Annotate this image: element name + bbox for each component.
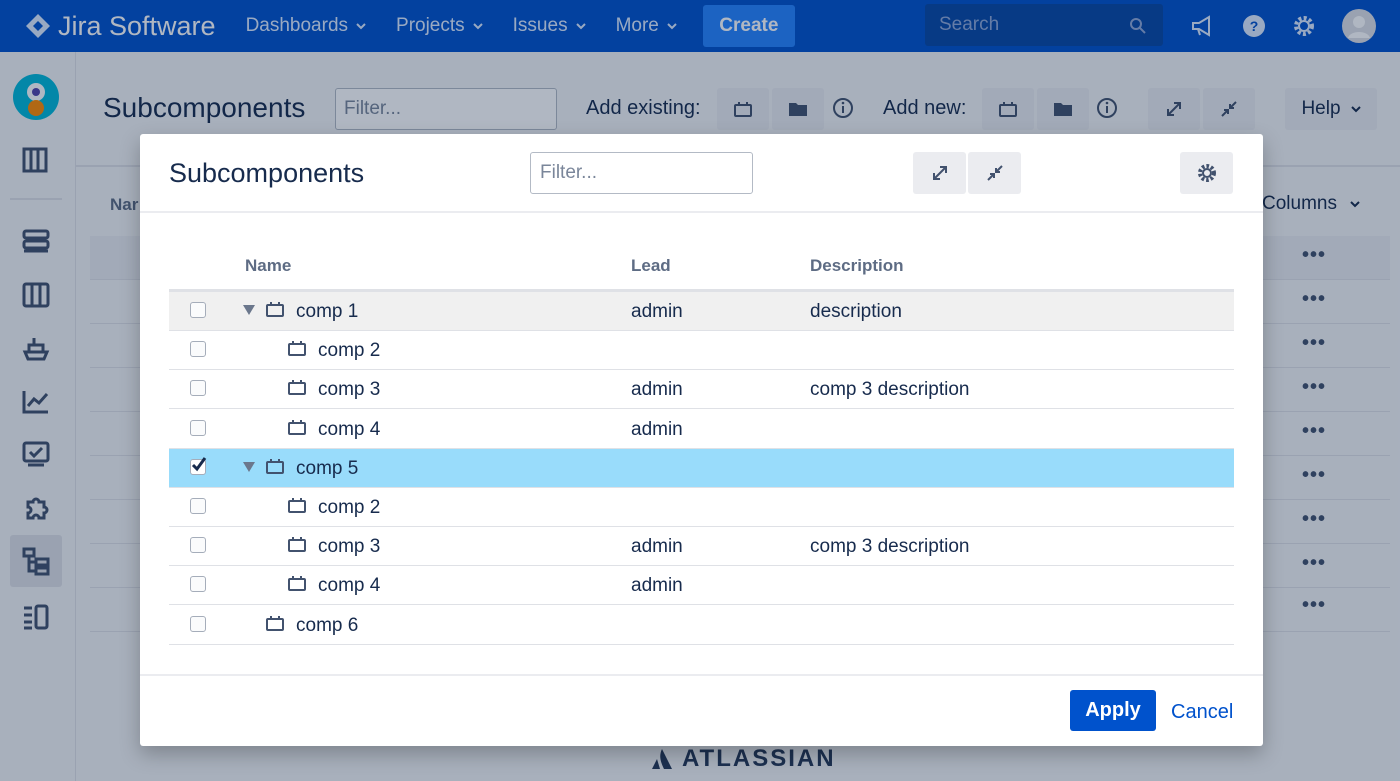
- collapse-icon: [986, 165, 1003, 181]
- row-checkbox[interactable]: [190, 537, 206, 554]
- row-checkbox[interactable]: [190, 302, 206, 318]
- expand-toggle-icon[interactable]: [243, 461, 255, 472]
- dialog-footer-divider: [140, 674, 1263, 676]
- column-header-lead[interactable]: Lead: [631, 256, 671, 276]
- row-checkbox[interactable]: [190, 576, 206, 593]
- row-checkbox[interactable]: [190, 380, 206, 397]
- apply-button[interactable]: Apply: [1070, 690, 1156, 731]
- component-name: comp 2: [318, 497, 381, 518]
- component-description: comp 3 description: [810, 379, 970, 401]
- component-name: comp 1: [296, 301, 359, 322]
- component-name: comp 2: [318, 340, 381, 362]
- gear-icon: [1197, 164, 1216, 182]
- component-row[interactable]: comp 3 admin comp 3 description: [169, 527, 1234, 567]
- dialog-settings-button[interactable]: [1180, 152, 1233, 194]
- expand-icon: [932, 166, 947, 180]
- dialog-header-divider: [140, 211, 1263, 213]
- component-description: description: [810, 301, 902, 322]
- expand-toggle-icon[interactable]: [243, 305, 255, 315]
- component-lead: admin: [631, 301, 683, 322]
- component-name: comp 4: [318, 575, 381, 597]
- component-icon: [266, 302, 284, 317]
- component-name: comp 6: [296, 614, 359, 636]
- dialog-filter-placeholder: Filter...: [540, 162, 598, 183]
- component-row[interactable]: comp 2: [169, 331, 1234, 371]
- component-icon: [288, 380, 306, 396]
- component-lead: admin: [631, 418, 683, 440]
- component-icon: [288, 419, 306, 435]
- component-name: comp 3: [318, 536, 381, 558]
- column-header-name[interactable]: Name: [245, 256, 291, 276]
- row-checkbox[interactable]: [190, 419, 206, 436]
- component-name: comp 5: [296, 457, 359, 479]
- component-lead: admin: [631, 536, 683, 558]
- dialog-title: Subcomponents: [169, 158, 365, 188]
- component-icon: [266, 615, 284, 631]
- dialog-collapse-all-button[interactable]: [968, 152, 1021, 194]
- component-row[interactable]: comp 4 admin: [169, 410, 1234, 449]
- row-checkbox[interactable]: [190, 341, 206, 358]
- component-row[interactable]: comp 1 admin description: [169, 292, 1234, 331]
- component-icon: [266, 458, 284, 474]
- row-checkbox[interactable]: [190, 498, 206, 514]
- cancel-button[interactable]: Cancel: [1171, 701, 1233, 724]
- dialog-expand-all-button[interactable]: [913, 152, 966, 194]
- component-name: comp 3: [318, 379, 381, 401]
- component-icon: [288, 537, 306, 553]
- component-name: comp 4: [318, 418, 381, 440]
- component-lead: admin: [631, 575, 683, 597]
- checkmark-icon: [191, 456, 207, 472]
- component-icon: [288, 341, 306, 357]
- dialog-filter-input[interactable]: Filter...: [530, 152, 753, 194]
- row-checkbox[interactable]: [190, 456, 207, 475]
- component-row[interactable]: comp 2: [169, 488, 1234, 527]
- component-row[interactable]: comp 6: [169, 606, 1234, 645]
- component-row[interactable]: comp 3 admin comp 3 description: [169, 370, 1234, 410]
- component-lead: admin: [631, 379, 683, 401]
- component-icon: [288, 498, 306, 513]
- component-row[interactable]: comp 4 admin: [169, 566, 1234, 606]
- component-description: comp 3 description: [810, 536, 970, 558]
- component-icon: [288, 576, 306, 592]
- column-header-description[interactable]: Description: [810, 256, 904, 276]
- row-checkbox[interactable]: [190, 615, 206, 632]
- subcomponents-dialog: Subcomponents Filter... Name Lead Descri…: [140, 134, 1263, 746]
- component-row[interactable]: comp 5: [169, 448, 1234, 488]
